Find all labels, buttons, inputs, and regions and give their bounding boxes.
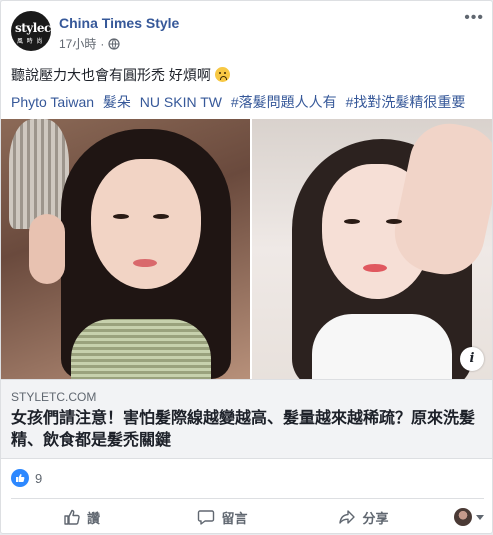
link-domain: STYLETC.COM	[11, 390, 97, 404]
worried-face-emoji-icon	[214, 67, 230, 82]
page-name-link[interactable]: China Times Style	[59, 15, 179, 31]
photo-right[interactable]: i	[251, 119, 492, 379]
comment-label: 留言	[221, 510, 248, 526]
reactions-summary[interactable]: 9	[11, 469, 42, 487]
tag-phyto-taiwan[interactable]: Phyto Taiwan	[11, 94, 94, 110]
globe-icon[interactable]	[108, 37, 120, 50]
logo-text: stylec	[15, 21, 51, 35]
post-text-body: 聽說壓力大也會有圓形禿 好煩啊	[11, 67, 211, 83]
hashtag-shampoo[interactable]: #找對洗髮精很重要	[346, 94, 466, 110]
comment-icon	[198, 510, 215, 525]
caret-down-icon	[476, 514, 484, 520]
share-label: 分享	[362, 510, 389, 526]
post-meta: 17小時 ·	[59, 35, 120, 52]
post-as-selector[interactable]	[434, 508, 484, 526]
like-label: 讚	[86, 510, 100, 526]
page-avatar[interactable]: stylec 風 時 尚	[11, 11, 51, 51]
thumbs-up-icon	[64, 509, 80, 525]
like-reaction-icon	[11, 469, 29, 487]
link-title[interactable]: 女孩們請注意！害怕髮際線越變越高、髮量越來越稀疏？原來洗髮精、飲食都是髮禿關鍵	[11, 408, 481, 452]
action-bar: 讚 留言 分享	[11, 498, 484, 535]
user-avatar	[454, 508, 472, 526]
link-preview-images[interactable]: i	[1, 119, 492, 379]
post-tags: Phyto Taiwan 髮朵 NU SKIN TW #落髮問題人人有 #找對洗…	[11, 92, 470, 112]
post-text: 聽說壓力大也會有圓形禿 好煩啊	[11, 65, 230, 85]
photo-left[interactable]	[1, 119, 250, 379]
share-button[interactable]: 分享	[293, 508, 434, 527]
comment-button[interactable]: 留言	[152, 508, 293, 527]
meta-separator: ·	[100, 36, 105, 51]
share-icon	[339, 510, 356, 524]
link-preview-box[interactable]: STYLETC.COM 女孩們請注意！害怕髮際線越變越高、髮量越來越稀疏？原來洗…	[1, 379, 492, 459]
tag-nu-skin[interactable]: NU SKIN TW	[140, 94, 222, 110]
post-card: stylec 風 時 尚 China Times Style 17小時 · ••…	[0, 0, 493, 534]
hashtag-hair-loss[interactable]: #落髮問題人人有	[231, 94, 337, 110]
post-header: stylec 風 時 尚 China Times Style 17小時 · ••…	[11, 10, 484, 55]
more-dots-icon[interactable]: •••	[464, 10, 484, 26]
like-button[interactable]: 讚	[11, 508, 152, 527]
logo-subtext: 風 時 尚	[17, 39, 44, 45]
info-icon[interactable]: i	[460, 347, 484, 371]
like-count[interactable]: 9	[35, 471, 42, 486]
tag-hair-brand[interactable]: 髮朵	[103, 94, 131, 110]
timestamp-link[interactable]: 17小時	[59, 35, 96, 52]
